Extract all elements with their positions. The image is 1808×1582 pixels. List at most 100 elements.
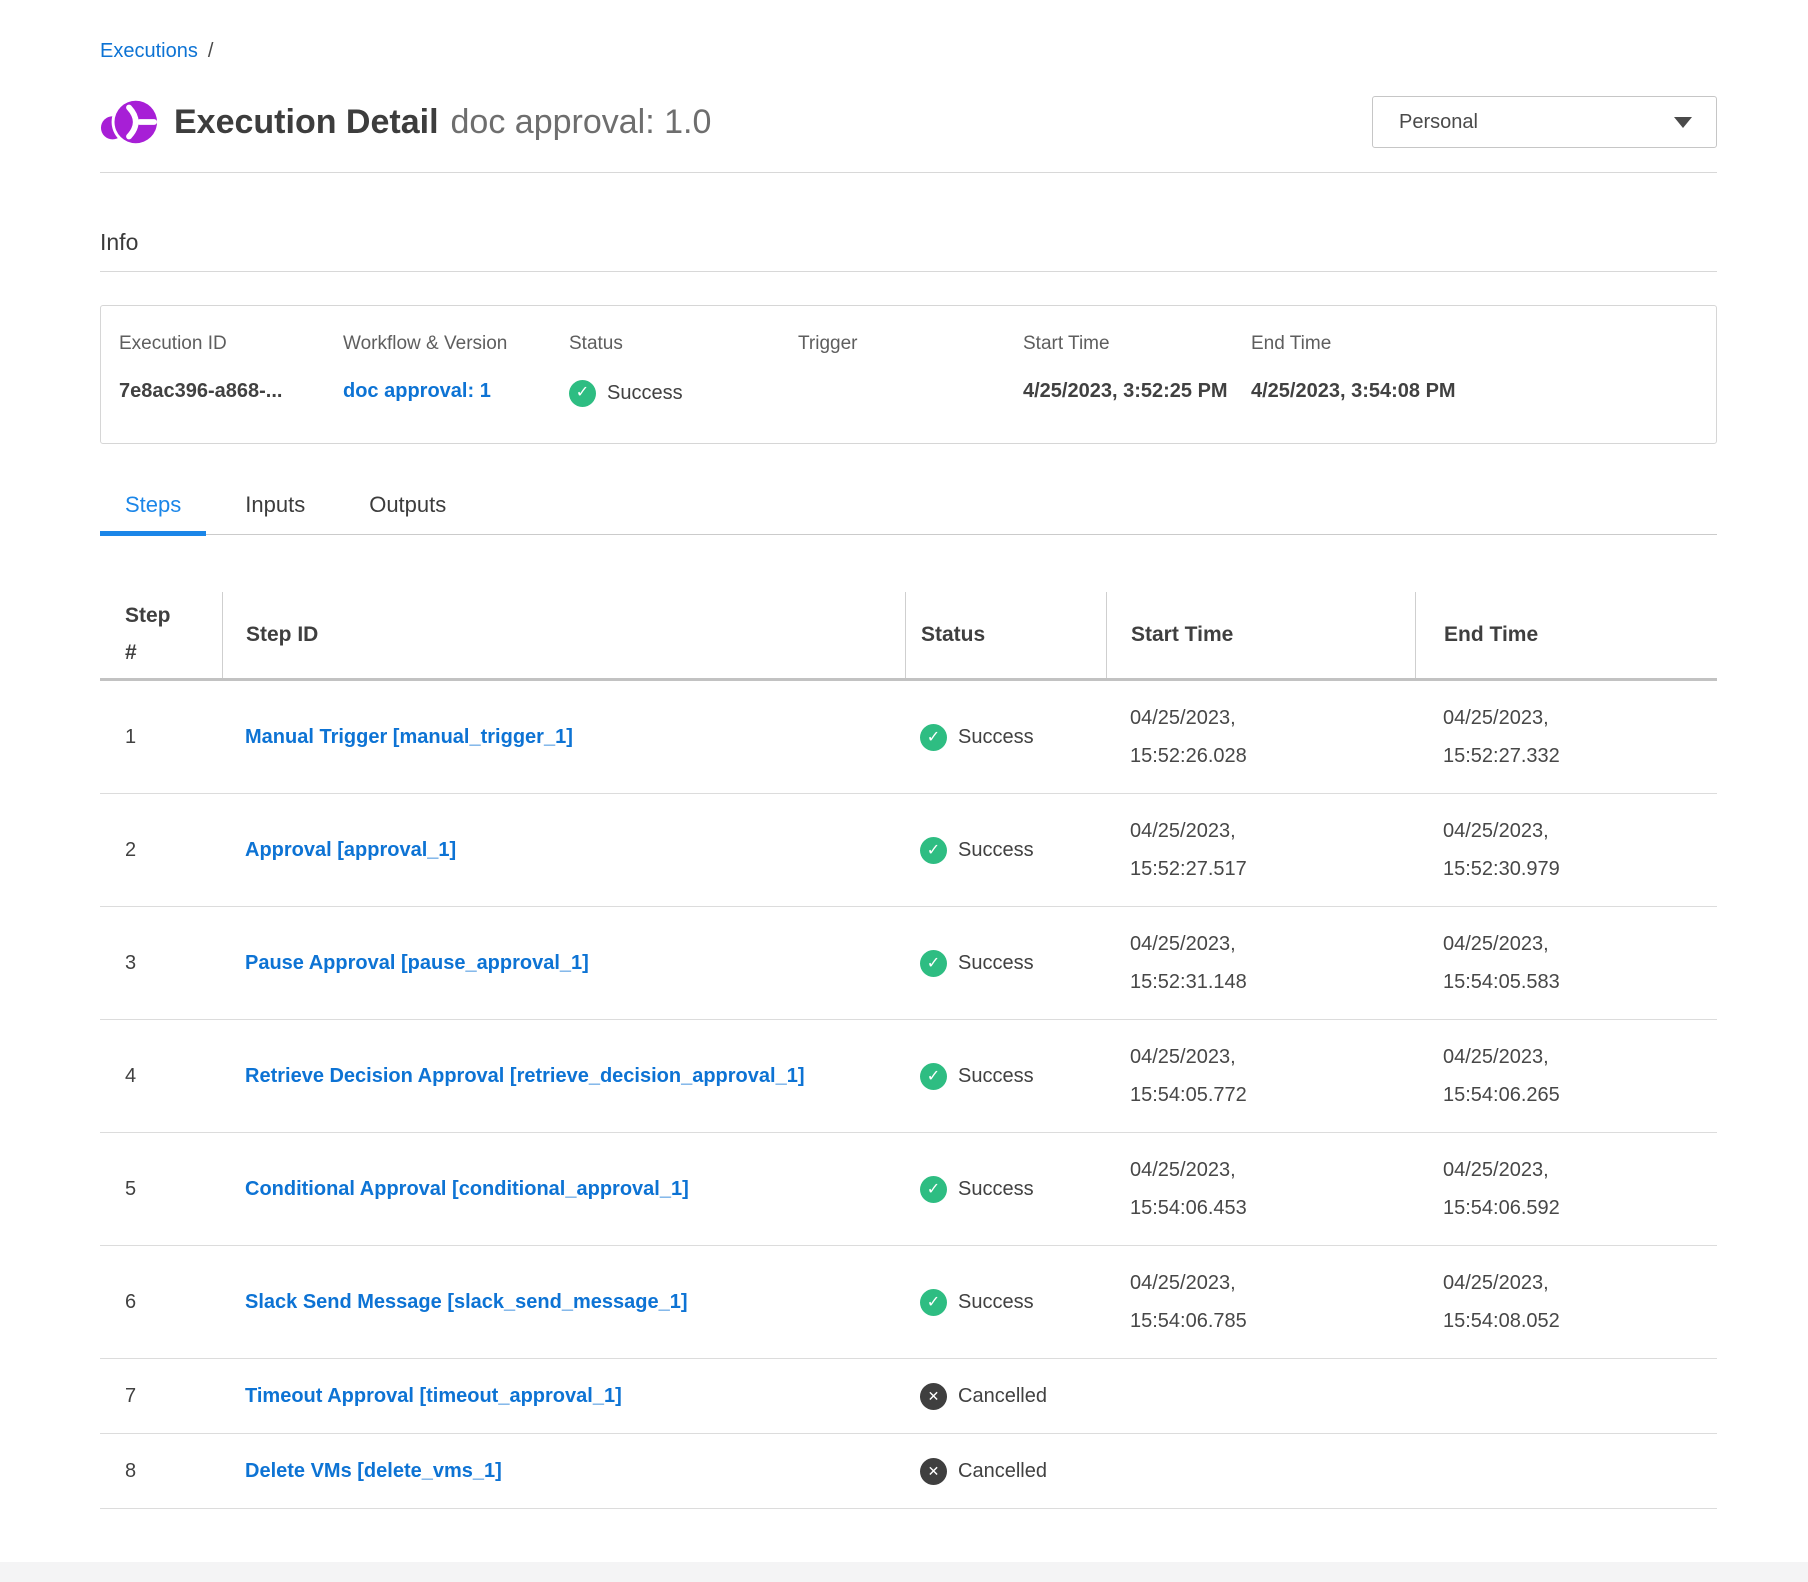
step-number: 5 [100,1178,222,1201]
status-label: Success [958,839,1034,862]
column-header-step-id: Step ID [222,592,905,678]
title-group: Execution Detaildoc approval: 1.0 [100,93,711,151]
status-cell: Success [905,1176,1106,1203]
step-id-cell: Pause Approval [pause_approval_1] [222,944,905,982]
end-time-cell: 04/25/2023, 15:52:30.979 [1415,812,1717,888]
table-row: 4 Retrieve Decision Approval [retrieve_d… [100,1020,1717,1133]
step-number: 1 [100,726,222,749]
execution-detail-page: Executions / Execution Detaildoc approva… [0,0,1808,1509]
step-number: 6 [100,1291,222,1314]
status-badge: Success [569,373,683,413]
workflow-version-link[interactable]: doc approval: 1 [343,380,491,402]
start-time-cell: 04/25/2023, 15:54:06.785 [1106,1264,1415,1340]
status-badge: Success [920,837,1034,864]
start-time-cell: 04/25/2023, 15:52:26.028 [1106,699,1415,775]
status-badge: Success [920,950,1034,977]
info-label: Workflow & Version [343,333,569,355]
execution-id-value: 7e8ac396-a868-... [119,371,324,411]
end-time-cell: 04/25/2023, 15:54:05.583 [1415,925,1717,1001]
start-time-text: 04/25/2023, 15:54:06.785 [1130,1264,1310,1340]
end-time-text: 04/25/2023, 15:52:27.332 [1443,699,1623,775]
start-time-cell [1106,1387,1415,1405]
check-circle-icon [920,1063,947,1090]
step-number: 8 [100,1460,222,1483]
status-label: Success [958,1065,1034,1088]
breadcrumb-separator: / [208,40,214,63]
info-label: Execution ID [119,333,343,355]
start-time-cell: 04/25/2023, 15:54:06.453 [1106,1151,1415,1227]
column-header-status: Status [905,592,1106,678]
status-cell: Success [905,724,1106,751]
table-header-row: Step # Step ID Status Start Time End Tim… [100,592,1717,681]
status-cell: Cancelled [905,1458,1106,1485]
info-field-status: Status Success [569,333,798,413]
column-header-end-time: End Time [1415,592,1717,678]
tab-outputs[interactable]: Outputs [344,492,471,534]
end-time-text: 04/25/2023, 15:54:05.583 [1443,925,1623,1001]
step-id-link[interactable]: Retrieve Decision Approval [retrieve_dec… [245,1057,804,1095]
start-time-cell: 04/25/2023, 15:52:31.148 [1106,925,1415,1001]
info-label: End Time [1251,333,1698,355]
step-id-link[interactable]: Delete VMs [delete_vms_1] [245,1452,502,1490]
info-card: Execution ID 7e8ac396-a868-... Workflow … [100,305,1717,444]
status-label: Success [958,726,1034,749]
step-id-link[interactable]: Manual Trigger [manual_trigger_1] [245,718,573,756]
end-time-text: 04/25/2023, 15:54:08.052 [1443,1264,1623,1340]
status-badge: Success [920,1063,1034,1090]
x-circle-icon [920,1458,947,1485]
step-number: 4 [100,1065,222,1088]
info-field-start-time: Start Time 4/25/2023, 3:52:25 PM [1023,333,1251,413]
end-time-cell: 04/25/2023, 15:54:08.052 [1415,1264,1717,1340]
step-id-link[interactable]: Slack Send Message [slack_send_message_1… [245,1283,687,1321]
end-time-cell: 04/25/2023, 15:54:06.592 [1415,1151,1717,1227]
tab-steps[interactable]: Steps [100,492,206,534]
divider [100,271,1717,272]
check-circle-icon [920,950,947,977]
status-label: Success [607,373,683,413]
tab-inputs[interactable]: Inputs [220,492,330,534]
breadcrumb: Executions / [100,40,1717,63]
step-id-link[interactable]: Timeout Approval [timeout_approval_1] [245,1377,622,1415]
start-time-cell [1106,1462,1415,1480]
page-subtitle: doc approval: 1.0 [451,103,712,141]
workflow-brand-icon [100,93,158,151]
info-field-trigger: Trigger [798,333,1023,413]
status-label: Success [958,952,1034,975]
status-label: Success [958,1178,1034,1201]
info-field-end-time: End Time 4/25/2023, 3:54:08 PM [1251,333,1698,413]
end-time-value: 4/25/2023, 3:54:08 PM [1251,371,1456,411]
status-label: Cancelled [958,1385,1047,1408]
step-id-cell: Slack Send Message [slack_send_message_1… [222,1283,905,1321]
step-id-link[interactable]: Pause Approval [pause_approval_1] [245,944,589,982]
step-id-link[interactable]: Conditional Approval [conditional_approv… [245,1170,689,1208]
scope-selector-value: Personal [1399,111,1478,134]
end-time-cell [1415,1387,1717,1405]
info-field-workflow-version: Workflow & Version doc approval: 1 [343,333,569,413]
table-row: 7 Timeout Approval [timeout_approval_1] … [100,1359,1717,1434]
title-row: Execution Detaildoc approval: 1.0 Person… [100,93,1717,151]
status-badge: Success [920,1176,1034,1203]
step-number: 7 [100,1385,222,1408]
status-badge: Cancelled [920,1383,1047,1410]
tab-bar: Steps Inputs Outputs [100,492,1717,535]
table-row: 8 Delete VMs [delete_vms_1] Cancelled [100,1434,1717,1509]
check-circle-icon [920,1289,947,1316]
step-id-link[interactable]: Approval [approval_1] [245,831,456,869]
end-time-text: 04/25/2023, 15:52:30.979 [1443,812,1623,888]
end-time-cell [1415,1462,1717,1480]
step-number: 3 [100,952,222,975]
info-field-execution-id: Execution ID 7e8ac396-a868-... [119,333,343,413]
column-header-step-number: Step # [100,592,222,678]
info-label: Trigger [798,333,1023,355]
start-time-text: 04/25/2023, 15:54:06.453 [1130,1151,1310,1227]
breadcrumb-executions-link[interactable]: Executions [100,40,198,63]
end-time-cell: 04/25/2023, 15:54:06.265 [1415,1038,1717,1114]
start-time-text: 04/25/2023, 15:54:05.772 [1130,1038,1310,1114]
scope-selector-dropdown[interactable]: Personal [1372,96,1717,148]
column-header-start-time: Start Time [1106,592,1415,678]
page-bottom-strip [0,1562,1808,1582]
check-circle-icon [920,724,947,751]
status-cell: Success [905,1289,1106,1316]
status-badge: Success [920,724,1034,751]
info-section-title: Info [100,229,1717,256]
